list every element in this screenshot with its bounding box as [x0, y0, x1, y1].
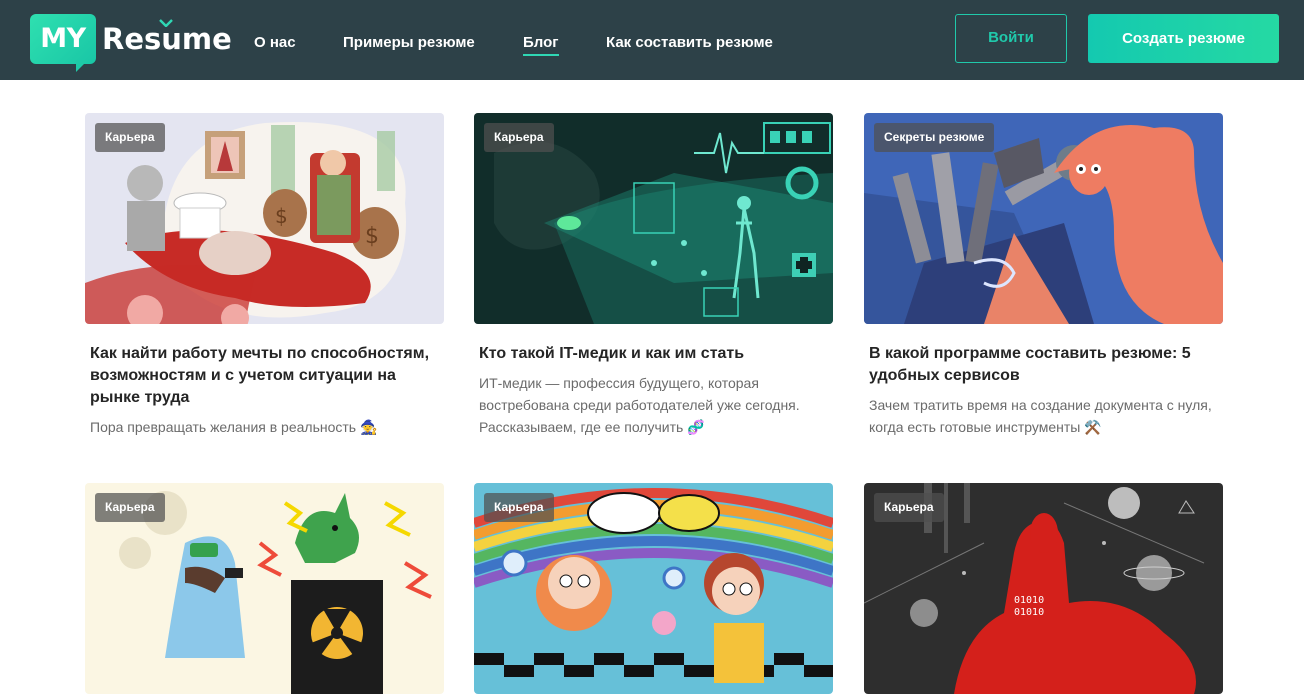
svg-text:01010: 01010 — [1014, 607, 1044, 618]
logo-wordmark: Resume — [102, 22, 232, 56]
nav-how-to-write-resume[interactable]: Как составить резюме — [606, 33, 773, 53]
category-badge: Карьера — [95, 123, 165, 152]
nav-resume-examples[interactable]: Примеры резюме — [343, 33, 475, 53]
article-description: Пора превращать желания в реальность 🧙 — [90, 419, 378, 435]
logo-badge: MY — [30, 14, 96, 64]
nav-blog[interactable]: Блог — [523, 33, 559, 56]
site-header: MY Resume О нас Примеры резюме Блог Как … — [0, 0, 1304, 80]
category-badge: Карьера — [484, 123, 554, 152]
svg-text:01010: 01010 — [1014, 595, 1044, 606]
article-image-it-medic[interactable]: Карьера — [474, 113, 833, 324]
article-title[interactable]: Кто такой IT-медик и как им стать — [479, 343, 829, 365]
article-image-resume-programs[interactable]: Секреты резюме — [864, 113, 1223, 324]
category-badge: Карьера — [484, 493, 554, 522]
article-description: Зачем тратить время на создание документ… — [869, 397, 1212, 435]
article-description: ИТ-медик — профессия будущего, которая в… — [479, 375, 800, 435]
logo[interactable]: MY Resume — [30, 14, 232, 74]
logo-check-icon — [159, 19, 173, 27]
logo-badge-tail — [76, 60, 88, 72]
create-resume-button[interactable]: Создать резюме — [1088, 14, 1279, 63]
article-title[interactable]: В какой программе составить резюме: 5 уд… — [869, 343, 1219, 387]
article-image-career-4[interactable]: Карьера — [85, 483, 444, 694]
svg-text:$: $ — [365, 224, 379, 249]
article-title[interactable]: Как найти работу мечты по способностям, … — [90, 343, 440, 409]
article-image-career-6[interactable]: 01010 01010 Карьера — [864, 483, 1223, 694]
article-image-dream-job[interactable]: $ $ Карьера — [85, 113, 444, 324]
article-image-career-5[interactable]: Карьера — [474, 483, 833, 694]
login-button[interactable]: Войти — [955, 14, 1067, 63]
category-badge: Карьера — [95, 493, 165, 522]
nav-about[interactable]: О нас — [254, 33, 296, 53]
category-badge: Карьера — [874, 493, 944, 522]
category-badge: Секреты резюме — [874, 123, 995, 152]
svg-text:$: $ — [275, 204, 288, 228]
